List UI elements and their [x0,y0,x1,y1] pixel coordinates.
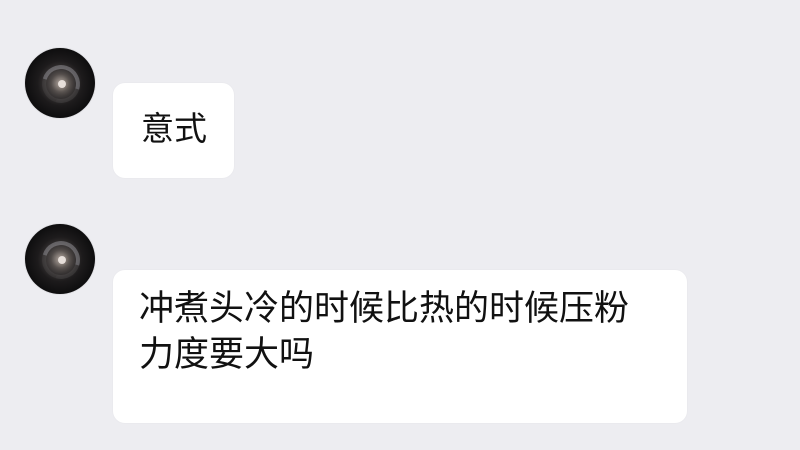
avatar[interactable] [25,48,95,118]
message-text: 冲煮头冷的时候比热的时候压粉力度要大吗 [139,289,630,375]
message-text: 意式 [141,109,207,148]
avatar[interactable] [25,224,95,294]
chat-window: 意式 冲煮头冷的时候比热的时候压粉力度要大吗 [0,0,800,450]
message-bubble[interactable]: 冲煮头冷的时候比热的时候压粉力度要大吗 [113,270,687,423]
message-bubble[interactable]: 意式 [113,83,234,178]
